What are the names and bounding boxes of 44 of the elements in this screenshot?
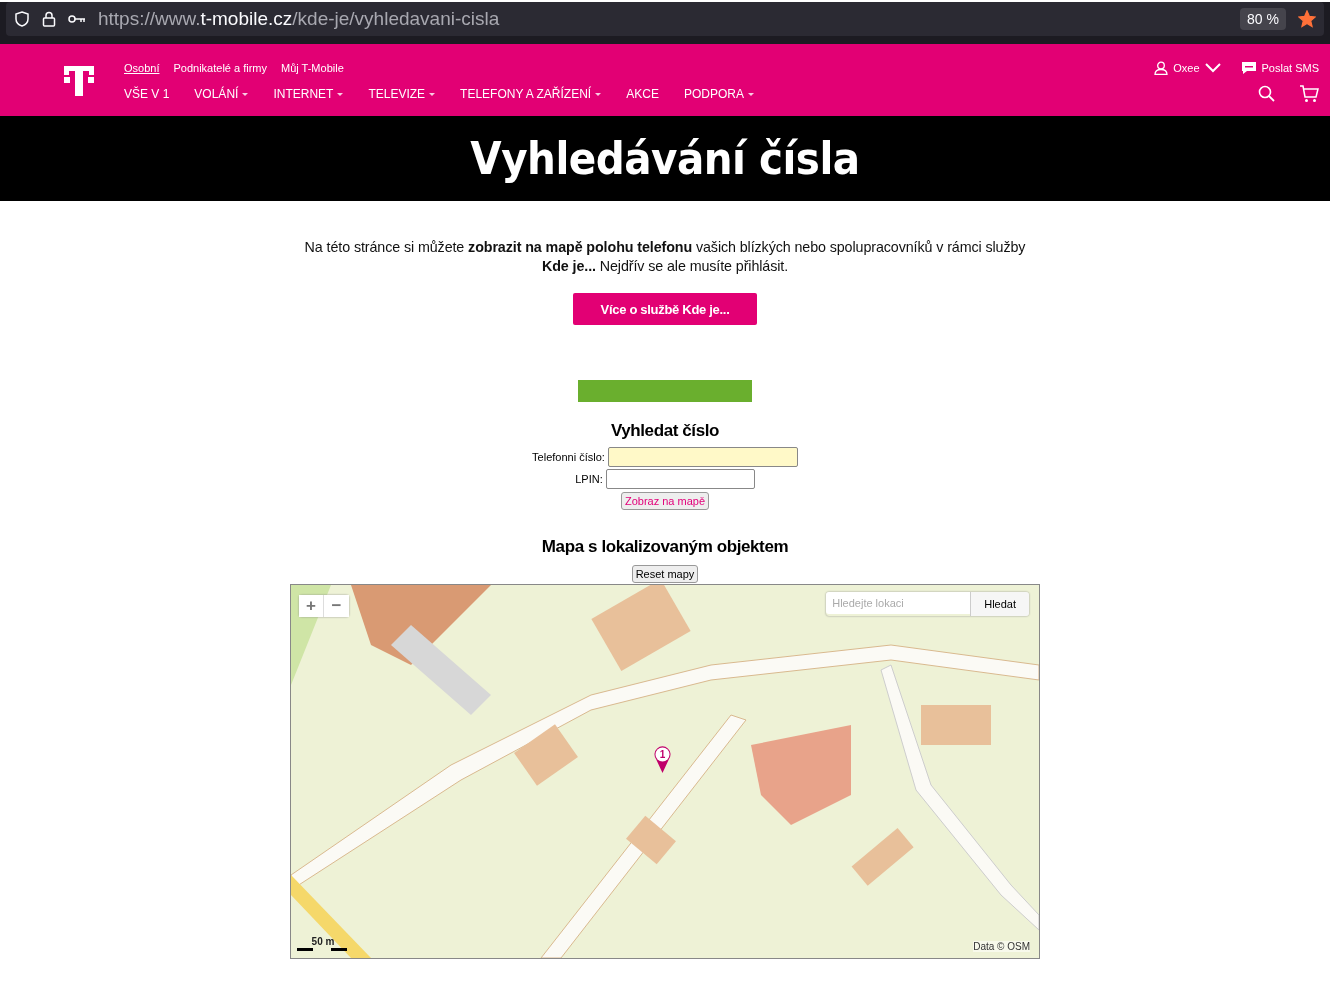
location-search-field[interactable]: Hledejte lokaci [826, 592, 971, 614]
section-heading: Vyhledat číslo [610, 421, 720, 441]
menu-item[interactable]: INTERNET [273, 87, 344, 101]
field-label: LPIN: [575, 473, 603, 485]
menu-item[interactable]: TELEVIZE [368, 87, 436, 101]
map-marker[interactable]: 1 [653, 745, 672, 777]
map-attribution: Data © OSM [973, 941, 1030, 952]
segment-link[interactable]: Osobní [124, 62, 160, 74]
cart-icon[interactable] [1299, 85, 1319, 103]
lock-icon [42, 11, 56, 27]
shield-icon [14, 11, 30, 27]
segment-link[interactable]: Můj T-Mobile [281, 62, 344, 74]
chat-icon [1240, 61, 1257, 75]
menu-item[interactable]: TELEFONY A ZAŘÍZENÍ [460, 87, 602, 101]
menu-item[interactable]: VOLÁNÍ [194, 87, 249, 101]
url-text[interactable]: https://www.t-mobile.cz/kde-je/vyhledavani-cisla [98, 8, 1229, 30]
show-on-map-button[interactable]: Zobraz na mapě [620, 492, 710, 510]
user-icon [1154, 61, 1169, 75]
menu-item[interactable]: PODPORA [683, 87, 754, 101]
segment-link[interactable]: Podnikatelé a firmy [173, 62, 267, 74]
pin-icon [653, 745, 672, 773]
key-icon [68, 14, 86, 24]
zoom-out-button[interactable]: − [324, 595, 349, 617]
search-icon[interactable] [1258, 85, 1275, 102]
more-info-button[interactable]: Více o službě Kde je... [573, 293, 757, 325]
logo-icon[interactable] [64, 63, 94, 99]
sms-link[interactable]: Poslat SMS [1240, 61, 1319, 75]
section-heading: Mapa s lokalizovaným objektem [541, 537, 789, 557]
field-label: Telefonni číslo: [532, 451, 605, 463]
star-icon[interactable] [1298, 10, 1316, 28]
reset-map-button[interactable]: Reset mapy [631, 565, 699, 583]
scale-label: 50 m [311, 936, 335, 947]
menu-item[interactable]: VŠE V 1 [124, 87, 170, 101]
account-menu[interactable]: Oxee [1154, 61, 1221, 75]
zoom-level[interactable]: 80 % [1240, 8, 1286, 30]
input-field[interactable] [605, 469, 755, 489]
intro-paragraph: Na této stránce si můžete zobrazit na mapě polohu telefonu vašich blízkých nebo spolupracovníků v rámci služby Kde je... Nejdřív se ale musíte přihlásit. [303, 238, 1027, 276]
chevron-icon [1204, 63, 1221, 73]
input-field[interactable] [607, 447, 798, 467]
page-title: Vyhledávání čísla [469, 131, 861, 187]
zoom-in-button[interactable]: + [299, 595, 324, 617]
search-button[interactable]: Hledat [970, 592, 1029, 616]
menu-item[interactable]: AKCE [626, 87, 659, 101]
scale-bar-icon [297, 947, 349, 952]
